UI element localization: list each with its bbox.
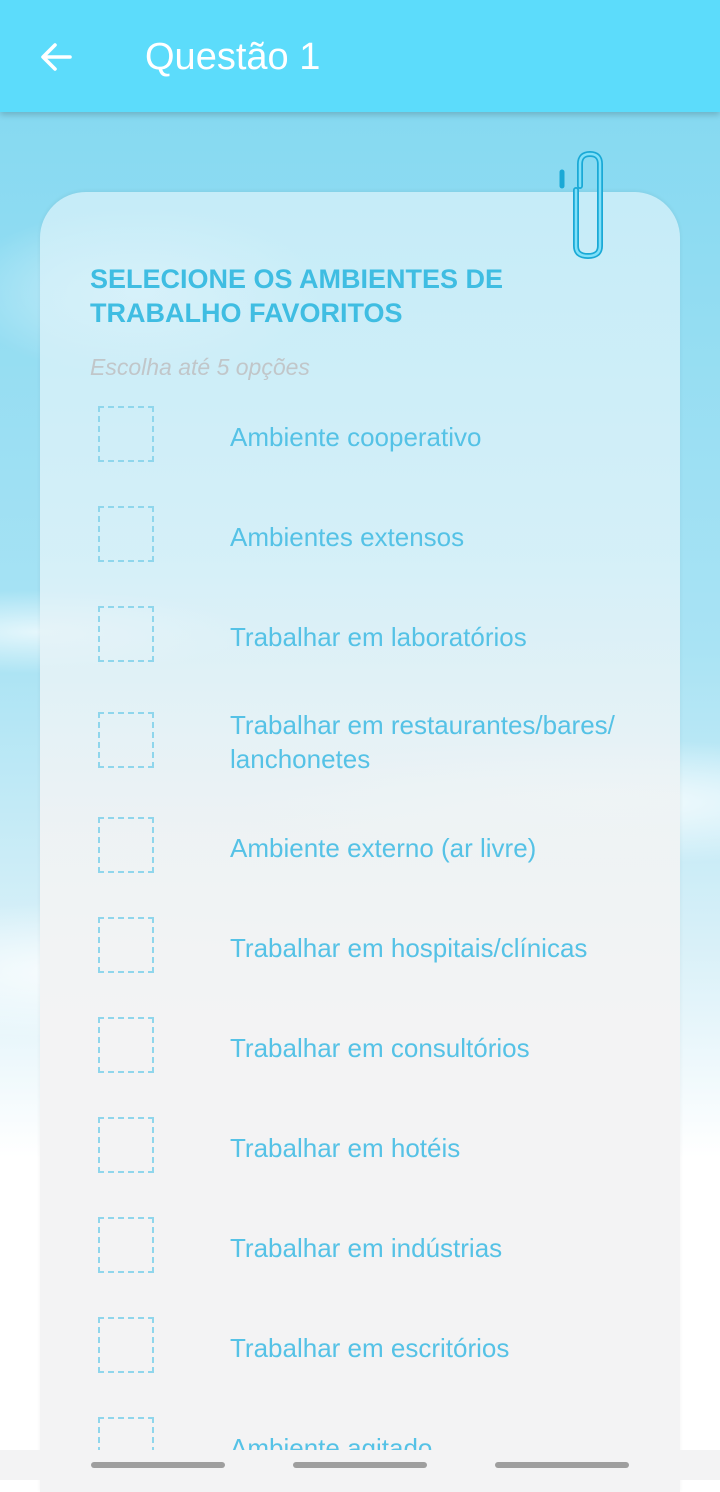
option-item[interactable]: Trabalhar em indústrias [96, 1217, 656, 1297]
checkbox[interactable] [98, 1317, 154, 1373]
option-item[interactable]: Trabalhar em hospitais/clínicas [96, 917, 656, 997]
checkbox[interactable] [98, 917, 154, 973]
checkbox[interactable] [98, 506, 154, 562]
option-item[interactable]: Trabalhar em consultórios [96, 1017, 656, 1097]
app-bar: Questão 1 [0, 0, 720, 112]
option-label: Trabalhar em escritórios [230, 1333, 510, 1363]
option-label: Trabalhar em consultórios [230, 1033, 530, 1063]
checkbox[interactable] [98, 712, 154, 768]
option-item[interactable]: Ambientes extensos [96, 506, 656, 586]
paperclip-icon [559, 150, 603, 260]
question-title-line-2: TRABALHO FAVORITOS [90, 298, 403, 328]
option-item[interactable]: Ambiente cooperativo [96, 406, 656, 486]
question-title: SELECIONE OS AMBIENTES DE TRABALHO FAVOR… [90, 262, 630, 330]
checkbox[interactable] [98, 1017, 154, 1073]
option-item[interactable]: Trabalhar em escritórios [96, 1317, 656, 1397]
selection-hint: Escolha até 5 opções [90, 354, 310, 380]
option-label: Trabalhar em laboratórios [230, 622, 527, 652]
checkbox[interactable] [98, 817, 154, 873]
nav-pill-left[interactable] [91, 1462, 225, 1468]
arrow-left-icon [41, 43, 72, 71]
option-label: Trabalhar em indústrias [230, 1233, 503, 1263]
question-title-line-1: SELECIONE OS AMBIENTES DE [90, 264, 504, 294]
option-item[interactable]: Trabalhar em restaurantes/bares/ lanchon… [96, 710, 656, 792]
nav-pill-right[interactable] [495, 1462, 629, 1468]
system-navigation-bar [0, 1450, 720, 1480]
option-label: Trabalhar em hotéis [230, 1133, 461, 1163]
back-button[interactable] [30, 34, 82, 80]
option-item[interactable]: Ambiente externo (ar livre) [96, 817, 656, 897]
checkbox[interactable] [98, 1217, 154, 1273]
checkbox[interactable] [98, 1117, 154, 1173]
option-label: Trabalhar em hospitais/clínicas [230, 933, 588, 963]
page-title: Questão 1 [145, 36, 321, 78]
checkbox[interactable] [98, 406, 154, 462]
option-item[interactable]: Trabalhar em laboratórios [96, 606, 656, 686]
option-label: Ambiente cooperativo [230, 422, 482, 452]
nav-pill-center[interactable] [293, 1462, 427, 1468]
question-card: SELECIONE OS AMBIENTES DE TRABALHO FAVOR… [40, 192, 680, 1492]
checkbox[interactable] [98, 606, 154, 662]
option-label: Trabalhar em restaurantes/bares/ lanchon… [230, 710, 615, 774]
option-label: Ambientes extensos [230, 522, 465, 552]
option-item[interactable]: Trabalhar em hotéis [96, 1117, 656, 1197]
option-label: Ambiente externo (ar livre) [230, 833, 537, 863]
